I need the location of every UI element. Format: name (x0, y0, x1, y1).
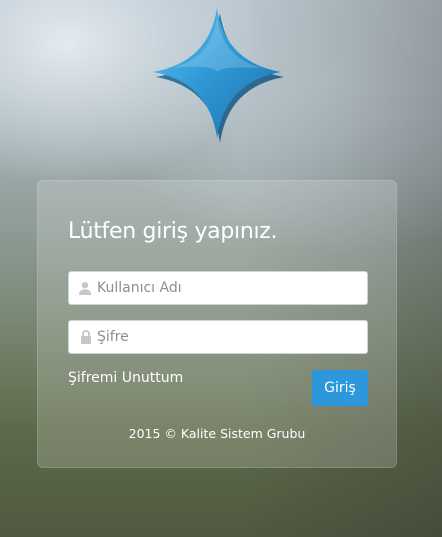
login-title: Lütfen giriş yapınız. (68, 219, 278, 244)
username-field[interactable] (68, 271, 368, 305)
copyright-footer: 2015 © Kalite Sistem Grubu (128, 426, 306, 441)
login-button[interactable]: Giriş (312, 370, 368, 406)
username-input[interactable] (97, 272, 367, 304)
star-logo-icon (153, 8, 284, 142)
lock-icon (69, 321, 97, 353)
password-input[interactable] (97, 321, 367, 353)
forgot-password-link[interactable]: Şifremi Unuttum (68, 370, 183, 386)
login-panel: Lütfen giriş yapınız. Şifremi Unuttum Gi… (37, 180, 397, 468)
user-icon (69, 272, 97, 304)
password-field[interactable] (68, 320, 368, 354)
